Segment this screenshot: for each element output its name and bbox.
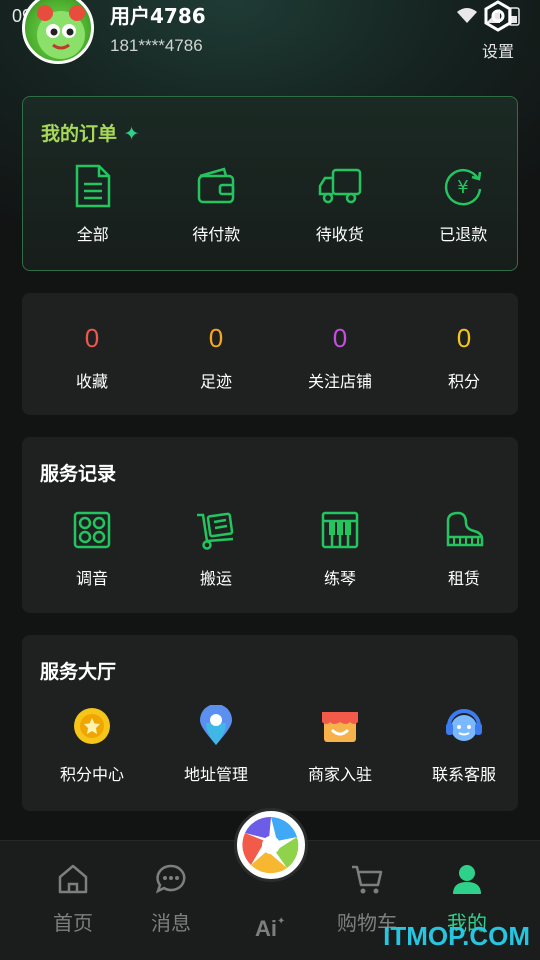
- service-moving-label: 搬运: [199, 569, 232, 588]
- username: 用户4786: [110, 4, 206, 28]
- svg-text:¥: ¥: [458, 177, 469, 198]
- settings-button[interactable]: 设置: [478, 0, 518, 62]
- tuning-icon: [73, 511, 111, 549]
- hall-merchant-join-label: 商家入驻: [307, 765, 372, 784]
- service-tuning-label: 调音: [75, 569, 108, 588]
- message-icon: [155, 864, 186, 894]
- tab-home[interactable]: 首页: [28, 859, 118, 936]
- wallet-icon: [198, 167, 235, 204]
- order-pending-payment[interactable]: 待付款: [163, 163, 271, 245]
- service-hall-card: 服务大厅 积分中心 地址管理 商家入驻 联系客服: [22, 635, 518, 811]
- tab-messages-label: 消息: [151, 911, 191, 935]
- stat-followed-shops[interactable]: 0 关注店铺: [286, 323, 394, 392]
- refund-icon: ¥: [445, 169, 482, 206]
- stat-favorites-label: 收藏: [75, 372, 108, 391]
- service-tuning[interactable]: 调音: [38, 507, 146, 589]
- stat-followed-shops-label: 关注店铺: [307, 372, 372, 391]
- svg-text:✦: ✦: [277, 916, 285, 927]
- hall-customer-service[interactable]: 联系客服: [410, 703, 518, 785]
- shop-icon: [322, 712, 358, 742]
- order-all-label: 全部: [76, 225, 109, 244]
- document-icon: [75, 164, 110, 208]
- order-pending-payment-label: 待付款: [192, 225, 241, 244]
- service-rental-label: 租赁: [447, 569, 480, 588]
- settings-label: 设置: [481, 42, 514, 61]
- sparkle-icon: ✦: [123, 123, 140, 145]
- wifi-icon: [457, 8, 477, 23]
- hall-points-center-label: 积分中心: [59, 765, 124, 784]
- profile-icon: [453, 865, 481, 894]
- hall-address-label: 地址管理: [183, 765, 248, 784]
- service-moving[interactable]: 搬运: [162, 507, 270, 589]
- hall-customer-service-label: 联系客服: [431, 765, 496, 784]
- service-records-title: 服务记录: [40, 463, 117, 485]
- watermark: ITMOP.COM: [383, 921, 530, 951]
- service-rental[interactable]: 租赁: [410, 507, 518, 589]
- hall-points-center[interactable]: 积分中心: [38, 703, 146, 785]
- points-coin-icon: [74, 708, 110, 744]
- orders-title-text: 我的订单: [41, 123, 118, 145]
- orders-card: 我的订单 ✦ 全部 待付款 待收货 ¥ 已退款: [22, 96, 518, 271]
- order-pending-receipt[interactable]: 待收货: [286, 163, 394, 245]
- stat-points-value: 0: [456, 323, 472, 353]
- location-pin-icon: [200, 705, 232, 745]
- service-hall-title: 服务大厅: [40, 661, 117, 683]
- stat-followed-shops-value: 0: [332, 323, 348, 353]
- camera-shutter-logo-icon: [240, 814, 302, 876]
- hall-merchant-join[interactable]: 商家入驻: [286, 703, 394, 785]
- tab-home-label: 首页: [53, 911, 93, 935]
- order-pending-receipt-label: 待收货: [315, 225, 364, 244]
- hall-address[interactable]: 地址管理: [162, 703, 270, 785]
- order-refunded-label: 已退款: [439, 225, 488, 244]
- order-refunded[interactable]: ¥ 已退款: [410, 163, 518, 245]
- cart-icon: [352, 865, 383, 894]
- stat-favorites-value: 0: [84, 323, 100, 353]
- stats-card: 0 收藏 0 足迹 0 关注店铺 0 积分: [22, 293, 518, 415]
- stat-points[interactable]: 0 积分: [410, 323, 518, 392]
- order-all[interactable]: 全部: [39, 163, 147, 245]
- stat-favorites[interactable]: 0 收藏: [38, 323, 146, 392]
- settings-hexagon-icon: [484, 0, 512, 32]
- phone-number: 181****4786: [110, 36, 203, 55]
- service-practice-label: 练琴: [323, 569, 356, 588]
- home-icon: [58, 864, 88, 894]
- ai-icon: Ai ✦: [255, 916, 285, 940]
- truck-icon: [318, 168, 361, 204]
- tab-messages[interactable]: 消息: [126, 859, 216, 936]
- stat-footprints-label: 足迹: [199, 372, 232, 391]
- service-records-card: 服务记录 调音 搬运 练琴 租赁: [22, 437, 518, 613]
- center-app-button[interactable]: [234, 808, 308, 882]
- customer-service-icon: [446, 709, 482, 741]
- stat-points-label: 积分: [447, 372, 480, 391]
- stat-footprints[interactable]: 0 足迹: [162, 323, 270, 392]
- grand-piano-icon: [446, 511, 484, 547]
- stat-footprints-value: 0: [208, 323, 224, 353]
- orders-title[interactable]: 我的订单 ✦: [41, 119, 140, 146]
- moving-cart-icon: [197, 512, 234, 550]
- service-practice[interactable]: 练琴: [286, 507, 394, 589]
- svg-text:Ai: Ai: [255, 916, 277, 940]
- piano-keys-icon: [321, 511, 359, 549]
